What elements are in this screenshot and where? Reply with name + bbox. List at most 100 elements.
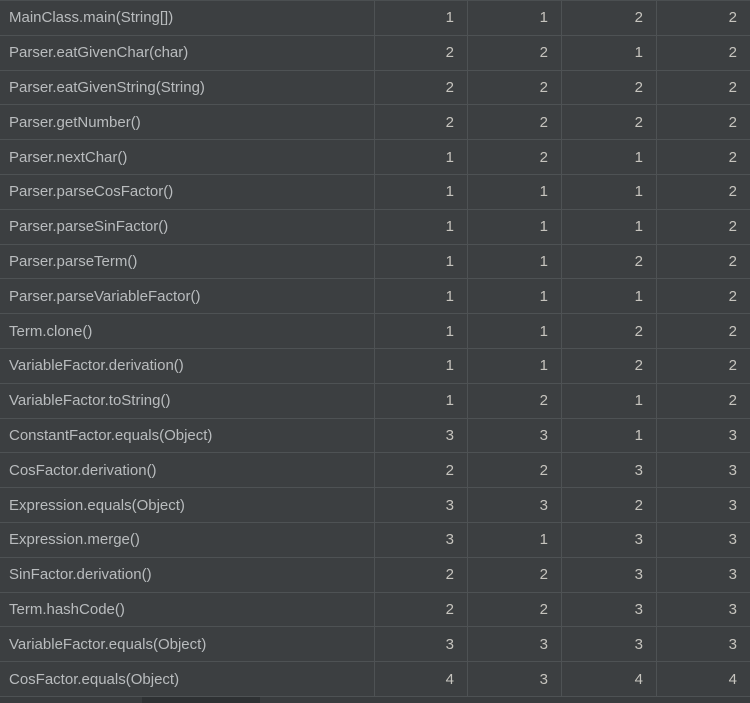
metric-value-cell[interactable]: 2 <box>374 592 467 627</box>
metric-value-cell[interactable]: 2 <box>561 70 656 105</box>
method-name-cell[interactable]: MainClass.main(String[]) <box>0 1 374 35</box>
metric-value-cell[interactable]: 3 <box>656 592 750 627</box>
method-name-cell[interactable]: CosFactor.equals(Object) <box>0 662 374 696</box>
metric-value-cell[interactable]: 1 <box>374 383 467 418</box>
method-name-cell[interactable]: CosFactor.derivation() <box>0 453 374 487</box>
metric-value-cell[interactable]: 1 <box>561 35 656 70</box>
metric-value-cell[interactable]: 2 <box>467 35 561 70</box>
metric-value-cell[interactable]: 1 <box>374 1 467 35</box>
metric-value-cell[interactable]: 1 <box>374 314 467 348</box>
metric-value-cell[interactable]: 2 <box>467 453 561 488</box>
metric-value-cell[interactable]: 3 <box>374 488 467 522</box>
metric-value-cell[interactable]: 2 <box>467 592 561 627</box>
metric-value-cell[interactable]: 3 <box>561 592 656 627</box>
table-row[interactable]: Expression.equals(Object) 3 3 2 3 <box>0 488 750 523</box>
metric-value-cell[interactable]: 3 <box>561 522 656 557</box>
method-name-cell[interactable]: Parser.parseTerm() <box>0 245 374 279</box>
metric-value-cell[interactable]: 2 <box>561 348 656 383</box>
method-name-cell[interactable]: Parser.nextChar() <box>0 140 374 174</box>
table-row[interactable]: VariableFactor.toString() 1 2 1 2 <box>0 383 750 419</box>
metric-value-cell[interactable]: 3 <box>467 627 561 662</box>
metric-value-cell[interactable]: 3 <box>374 522 467 557</box>
metric-value-cell[interactable]: 3 <box>656 627 750 662</box>
metric-value-cell[interactable]: 2 <box>374 70 467 105</box>
horizontal-scrollbar-thumb[interactable] <box>142 697 260 703</box>
metric-value-cell[interactable]: 2 <box>374 557 467 592</box>
metric-value-cell[interactable]: 1 <box>374 348 467 383</box>
metric-value-cell[interactable]: 3 <box>656 418 750 453</box>
metric-value-cell[interactable]: 3 <box>374 418 467 453</box>
metric-value-cell[interactable]: 3 <box>656 488 750 522</box>
metric-value-cell[interactable]: 2 <box>656 209 750 244</box>
method-name-cell[interactable]: Parser.parseSinFactor() <box>0 210 374 244</box>
metric-value-cell[interactable]: 1 <box>374 174 467 209</box>
table-row[interactable]: Term.hashCode() 2 2 3 3 <box>0 592 750 628</box>
metric-value-cell[interactable]: 2 <box>467 105 561 140</box>
method-name-cell[interactable]: Term.hashCode() <box>0 593 374 627</box>
method-name-cell[interactable]: ConstantFactor.equals(Object) <box>0 419 374 453</box>
table-row[interactable]: CosFactor.derivation() 2 2 3 3 <box>0 453 750 489</box>
metric-value-cell[interactable]: 1 <box>467 209 561 244</box>
table-row[interactable]: Parser.parseSinFactor() 1 1 1 2 <box>0 209 750 245</box>
metric-value-cell[interactable]: 1 <box>374 140 467 174</box>
metric-value-cell[interactable]: 2 <box>656 383 750 418</box>
metric-value-cell[interactable]: 3 <box>561 627 656 662</box>
metric-value-cell[interactable]: 3 <box>656 557 750 592</box>
horizontal-scrollbar[interactable] <box>0 697 750 703</box>
table-row[interactable]: CosFactor.equals(Object) 4 3 4 4 <box>0 662 750 697</box>
method-name-cell[interactable]: Parser.parseCosFactor() <box>0 175 374 209</box>
table-row[interactable]: Parser.parseTerm() 1 1 2 2 <box>0 244 750 280</box>
metric-value-cell[interactable]: 3 <box>561 557 656 592</box>
metric-value-cell[interactable]: 1 <box>467 174 561 209</box>
metric-value-cell[interactable]: 2 <box>561 1 656 35</box>
table-row[interactable]: VariableFactor.equals(Object) 3 3 3 3 <box>0 627 750 663</box>
metric-value-cell[interactable]: 1 <box>561 383 656 418</box>
metric-value-cell[interactable]: 3 <box>561 453 656 488</box>
metric-value-cell[interactable]: 3 <box>467 418 561 453</box>
metric-value-cell[interactable]: 1 <box>561 279 656 314</box>
metric-value-cell[interactable]: 1 <box>467 244 561 279</box>
method-name-cell[interactable]: Parser.eatGivenString(String) <box>0 71 374 105</box>
metric-value-cell[interactable]: 1 <box>467 348 561 383</box>
metric-value-cell[interactable]: 1 <box>561 174 656 209</box>
metric-value-cell[interactable]: 1 <box>561 140 656 174</box>
method-name-cell[interactable]: Term.clone() <box>0 314 374 348</box>
metric-value-cell[interactable]: 1 <box>467 522 561 557</box>
method-name-cell[interactable]: Expression.equals(Object) <box>0 488 374 522</box>
metric-value-cell[interactable]: 1 <box>374 244 467 279</box>
metric-value-cell[interactable]: 2 <box>561 488 656 522</box>
table-row[interactable]: Parser.eatGivenChar(char) 2 2 1 2 <box>0 35 750 71</box>
metric-value-cell[interactable]: 2 <box>656 35 750 70</box>
metric-value-cell[interactable]: 1 <box>561 418 656 453</box>
metric-value-cell[interactable]: 1 <box>374 279 467 314</box>
metric-value-cell[interactable]: 1 <box>374 209 467 244</box>
table-row[interactable]: Parser.getNumber() 2 2 2 2 <box>0 105 750 141</box>
metric-value-cell[interactable]: 3 <box>374 627 467 662</box>
method-name-cell[interactable]: Parser.eatGivenChar(char) <box>0 36 374 70</box>
metric-value-cell[interactable]: 2 <box>656 1 750 35</box>
metric-value-cell[interactable]: 2 <box>656 70 750 105</box>
metric-value-cell[interactable]: 1 <box>467 1 561 35</box>
metric-value-cell[interactable]: 1 <box>467 314 561 348</box>
metric-value-cell[interactable]: 1 <box>467 279 561 314</box>
metric-value-cell[interactable]: 4 <box>374 662 467 696</box>
method-name-cell[interactable]: Parser.parseVariableFactor() <box>0 279 374 313</box>
table-row[interactable]: SinFactor.derivation() 2 2 3 3 <box>0 557 750 593</box>
metric-value-cell[interactable]: 3 <box>467 662 561 696</box>
table-row[interactable]: Term.clone() 1 1 2 2 <box>0 314 750 349</box>
method-name-cell[interactable]: VariableFactor.toString() <box>0 384 374 418</box>
method-name-cell[interactable]: VariableFactor.derivation() <box>0 349 374 383</box>
metric-value-cell[interactable]: 2 <box>656 244 750 279</box>
method-name-cell[interactable]: VariableFactor.equals(Object) <box>0 627 374 661</box>
method-name-cell[interactable]: SinFactor.derivation() <box>0 558 374 592</box>
table-row[interactable]: Expression.merge() 3 1 3 3 <box>0 522 750 558</box>
metric-value-cell[interactable]: 3 <box>656 522 750 557</box>
metric-value-cell[interactable]: 4 <box>656 662 750 696</box>
table-row[interactable]: VariableFactor.derivation() 1 1 2 2 <box>0 348 750 384</box>
table-row[interactable]: MainClass.main(String[]) 1 1 2 2 <box>0 1 750 36</box>
metric-value-cell[interactable]: 2 <box>561 244 656 279</box>
metric-value-cell[interactable]: 2 <box>656 140 750 174</box>
metric-value-cell[interactable]: 2 <box>467 70 561 105</box>
method-name-cell[interactable]: Expression.merge() <box>0 523 374 557</box>
metric-value-cell[interactable]: 2 <box>656 279 750 314</box>
